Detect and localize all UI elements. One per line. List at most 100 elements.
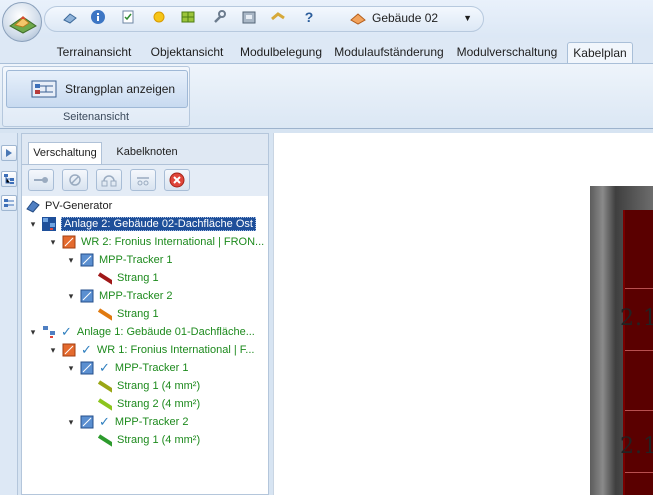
chevron-down-icon: ▼ xyxy=(463,13,472,23)
tree-node-anlage-2[interactable]: ▾ Anlage 2: Gebäude 02-Dachfläche Ost xyxy=(28,216,256,232)
connect-button[interactable] xyxy=(28,169,54,191)
new-project-icon[interactable] xyxy=(62,9,78,25)
collapse-toggle-icon[interactable]: ▾ xyxy=(66,255,76,266)
collapse-toggle-icon[interactable]: ▾ xyxy=(28,327,38,338)
string-green-icon xyxy=(98,434,112,447)
tree-node-label: Strang 2 (4 mm²) xyxy=(117,398,201,410)
tree-node-wr-1[interactable]: ▾ ✓ WR 1: Fronius International | F... xyxy=(48,342,255,358)
delete-button[interactable] xyxy=(164,169,190,191)
info-icon[interactable] xyxy=(90,9,106,25)
mpp-tracker-icon xyxy=(80,253,94,267)
pv-generator-icon xyxy=(26,200,40,213)
cable-icon[interactable] xyxy=(270,9,286,25)
ribbon-panel: Strangplan anzeigen Seitenansicht xyxy=(0,63,653,129)
tree-node-wr2-mpp1-strang-1[interactable]: Strang 1 xyxy=(98,270,159,286)
tree-node-anlage-1[interactable]: ▾ ✓ Anlage 1: Gebäude 01-Dachfläche... xyxy=(28,324,255,340)
tree-node-wr1-mpp1-strang-2[interactable]: Strang 2 (4 mm²) xyxy=(98,396,200,412)
collapse-toggle-icon[interactable]: ▾ xyxy=(28,219,38,230)
checklist-icon[interactable] xyxy=(120,9,136,25)
quick-access-bar: ? Gebäude 02 ▼ xyxy=(0,0,653,40)
tree-node-wr1-mpp1-strang-1[interactable]: Strang 1 (4 mm²) xyxy=(98,378,200,394)
collapse-toggle-icon[interactable]: ▾ xyxy=(66,363,76,374)
connect-icon xyxy=(34,177,48,183)
tree-node-label: MPP-Tracker 2 xyxy=(114,416,189,428)
tree-node-wr-2[interactable]: ▾ WR 2: Fronius International | FRON... xyxy=(48,234,264,250)
tree-node-wr1-mpp-tracker-1[interactable]: ▾ ✓ MPP-Tracker 1 xyxy=(66,360,189,376)
module-row-line xyxy=(625,288,653,289)
tree-node-wr1-mpp-tracker-2[interactable]: ▾ ✓ MPP-Tracker 2 xyxy=(66,414,189,430)
ribbon-group-seitenansicht: Strangplan anzeigen Seitenansicht xyxy=(2,66,190,127)
strangplan-anzeigen-button[interactable]: Strangplan anzeigen xyxy=(6,70,188,108)
collapse-toggle-icon[interactable]: ▾ xyxy=(66,291,76,302)
help-icon[interactable]: ? xyxy=(301,9,317,25)
string-lime-icon xyxy=(98,398,112,411)
module-row-line xyxy=(625,410,653,411)
tree-node-label: MPP-Tracker 1 xyxy=(99,254,173,266)
sun-icon[interactable] xyxy=(151,9,167,25)
building-icon xyxy=(350,13,366,25)
tree-node-label: WR 1: Fronius International | F... xyxy=(96,344,255,356)
junction-button[interactable] xyxy=(96,169,122,191)
mpp-tracker-icon xyxy=(80,415,94,429)
collapse-toggle-icon[interactable]: ▾ xyxy=(66,417,76,428)
app-logo-icon xyxy=(9,16,37,34)
tree-node-label: Strang 1 xyxy=(117,272,159,284)
tab-objektansicht[interactable]: Objektansicht xyxy=(142,42,232,64)
mpp-tracker-icon xyxy=(80,289,94,303)
tree-node-pv-generator[interactable]: PV-Generator xyxy=(26,198,112,214)
building-selector[interactable]: Gebäude 02 ▼ xyxy=(342,8,478,28)
expand-panel-icon[interactable] xyxy=(1,145,17,161)
tab-verschaltung[interactable]: Verschaltung xyxy=(28,142,102,164)
disconnect-button[interactable] xyxy=(62,169,88,191)
inverter-node-icon xyxy=(62,343,76,357)
tree-view-icon[interactable] xyxy=(1,171,17,187)
tree-node-wr2-mpp-tracker-2[interactable]: ▾ MPP-Tracker 2 xyxy=(66,288,173,304)
tree-node-label: Strang 1 (4 mm²) xyxy=(117,434,201,446)
tree-node-label: MPP-Tracker 2 xyxy=(99,290,173,302)
inverter-icon[interactable] xyxy=(241,9,257,25)
app-menu-button[interactable] xyxy=(2,2,42,42)
tree-node-label: Anlage 1: Gebäude 01-Dachfläche... xyxy=(76,326,255,338)
plant-node-icon xyxy=(42,217,56,231)
module-grid-icon[interactable] xyxy=(180,9,196,25)
building-selector-value: Gebäude 02 xyxy=(372,11,439,25)
tree-node-label: Strang 1 xyxy=(117,308,159,320)
tab-kabelplan[interactable]: Kabelplan xyxy=(567,42,633,64)
module-label-bottom: 2.1 xyxy=(620,434,653,459)
check-icon: ✓ xyxy=(99,414,110,429)
module-row-line xyxy=(625,350,653,351)
collapse-toggle-icon[interactable]: ▾ xyxy=(48,237,58,248)
tab-modulaufstaenderung[interactable]: Modulaufständerung xyxy=(330,42,448,64)
tab-kabelknoten[interactable]: Kabelknoten xyxy=(108,142,186,164)
route-button[interactable] xyxy=(130,169,156,191)
tree-node-wr2-mpp2-strang-1[interactable]: Strang 1 xyxy=(98,306,159,322)
tab-terrainansicht[interactable]: Terrainansicht xyxy=(46,42,142,64)
strangplan-anzeigen-label: Strangplan anzeigen xyxy=(65,82,176,96)
junction-icon xyxy=(101,175,117,187)
tree-node-wr2-mpp-tracker-1[interactable]: ▾ MPP-Tracker 1 xyxy=(66,252,173,268)
check-icon: ✓ xyxy=(61,324,72,339)
connection-list-icon[interactable] xyxy=(1,195,17,211)
tab-modulverschaltung[interactable]: Modulverschaltung xyxy=(448,42,566,64)
collapse-toggle-icon[interactable]: ▾ xyxy=(48,345,58,356)
tree-node-label: WR 2: Fronius International | FRON... xyxy=(81,236,265,248)
mpp-tracker-icon xyxy=(80,361,94,375)
string-plan-icon xyxy=(31,80,57,98)
tab-modulbelegung[interactable]: Modulbelegung xyxy=(232,42,330,64)
plant-node-icon xyxy=(43,326,55,338)
verschaltung-tree: PV-Generator ▾ Anlage 2: Gebäude 02-Dach… xyxy=(22,196,268,494)
side-toolstrip xyxy=(0,133,18,495)
no-connection-icon xyxy=(69,174,81,186)
string-red-icon xyxy=(98,272,112,285)
ribbon-group-label: Seitenansicht xyxy=(62,111,130,123)
delete-icon xyxy=(169,172,185,188)
route-icon xyxy=(137,177,149,186)
ribbon-tabs: Terrainansicht Objektansicht Modulbelegu… xyxy=(0,38,653,64)
cable-plan-view[interactable]: 2.1 2.1 xyxy=(273,133,653,495)
tree-node-label: MPP-Tracker 1 xyxy=(114,362,189,374)
wrench-icon[interactable] xyxy=(211,9,227,25)
check-icon: ✓ xyxy=(81,342,92,357)
string-olive-icon xyxy=(98,380,112,393)
tree-node-wr1-mpp2-strang-1[interactable]: Strang 1 (4 mm²) xyxy=(98,432,200,448)
tree-node-label: Strang 1 (4 mm²) xyxy=(117,380,201,392)
